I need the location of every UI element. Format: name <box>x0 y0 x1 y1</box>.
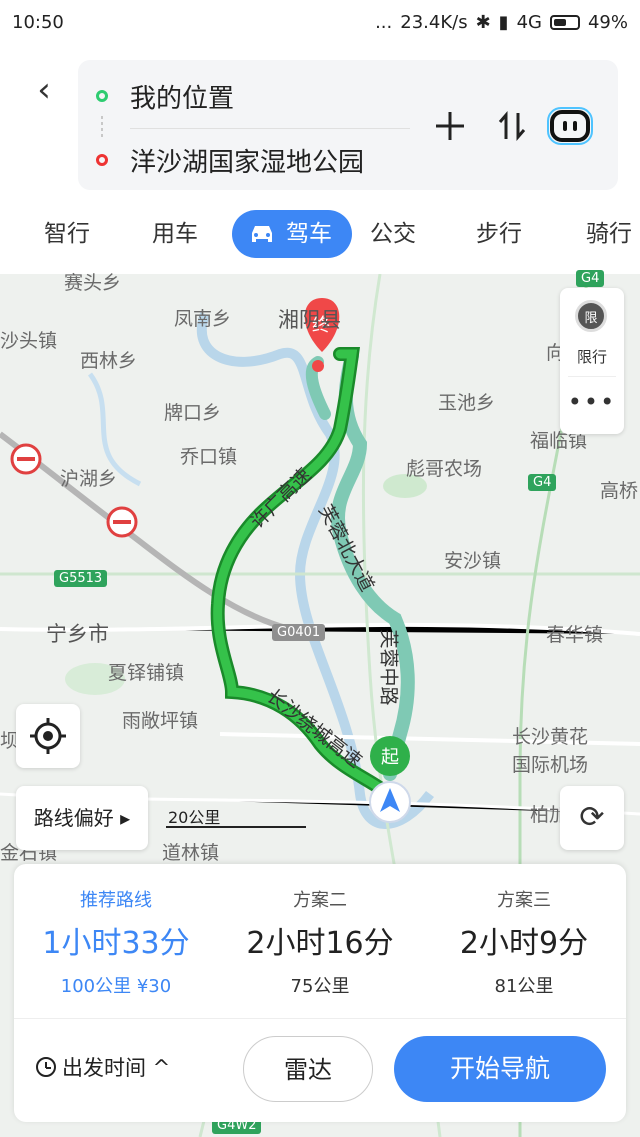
map-label: 道林镇 <box>162 842 220 864</box>
scale-line <box>166 826 306 828</box>
start-marker-label: 起 <box>381 747 399 768</box>
start-navigation-button[interactable]: 开始导航 <box>394 1036 606 1102</box>
add-waypoint-icon[interactable] <box>428 104 472 148</box>
signal-icon: ▮ <box>498 11 509 33</box>
map-label: 雨敞坪镇 <box>122 710 199 732</box>
voice-assistant-icon[interactable] <box>547 104 593 148</box>
row-divider <box>130 128 410 129</box>
origin-dot-icon <box>96 90 108 102</box>
road-badge: G4 <box>528 474 557 491</box>
start-marker-icon: 起 <box>370 736 410 776</box>
sheet-divider <box>14 1018 626 1019</box>
plan-name: 推荐路线 <box>80 890 152 911</box>
map-label: 西林乡 <box>80 350 138 372</box>
locate-icon <box>30 718 66 754</box>
status-time: 10:50 <box>12 11 64 33</box>
status-bar: 10:50 ... 23.4K/s ✱ ▮ 4G 49% <box>0 0 640 44</box>
origin-row[interactable]: 我的位置 <box>78 74 234 118</box>
map-label: 长沙黄花 <box>512 726 589 748</box>
map-label: 国际机场 <box>512 754 589 776</box>
no-entry-icon-2 <box>106 506 138 538</box>
road-badge: G4 <box>576 270 605 287</box>
plan-meta: 75公里 <box>290 976 350 997</box>
map-label: 夏铎铺镇 <box>108 662 185 684</box>
plan-meta: 100公里 ¥30 <box>60 976 172 997</box>
depart-label: 出发时间 ^ <box>62 1056 171 1080</box>
tab-walk[interactable]: 步行 <box>476 210 522 258</box>
route-preference-button[interactable]: 路线偏好 ▸ <box>16 786 148 850</box>
plan-time: 1小时33分 <box>42 926 190 961</box>
map-label: 湘阴县 <box>278 308 341 332</box>
radar-button[interactable]: 雷达 <box>243 1036 373 1102</box>
map-label: 春华镇 <box>546 624 604 646</box>
depart-time-button[interactable]: 出发时间 ^ <box>36 1052 170 1082</box>
more-icon[interactable]: ••• <box>560 388 624 416</box>
status-indicators: ... 23.4K/s ✱ ▮ 4G 49% <box>375 12 628 33</box>
map-label: 乔口镇 <box>180 446 238 468</box>
current-position-icon <box>369 781 411 823</box>
network-type: 4G <box>516 11 542 33</box>
no-entry-icon-1 <box>10 443 42 475</box>
map-label: 彪哥农场 <box>406 458 483 480</box>
swap-icon[interactable] <box>490 104 534 148</box>
tab-smart[interactable]: 智行 <box>44 210 90 258</box>
road-badge: G5513 <box>54 570 108 587</box>
map-label: 牌口乡 <box>164 402 222 424</box>
map-label: 赛头乡 <box>64 272 122 294</box>
plan-recommended[interactable]: 推荐路线 1小时33分 100公里 ¥30 <box>14 864 218 1014</box>
clock-icon <box>36 1057 56 1077</box>
map-label: 安沙镇 <box>444 550 502 572</box>
tab-ride[interactable]: 用车 <box>152 210 198 258</box>
screen: 10:50 ... 23.4K/s ✱ ▮ 4G 49% ‹ 我的位置 洋沙湖国… <box>0 0 640 1137</box>
plan-meta: 81公里 <box>494 976 554 997</box>
plan-name: 方案三 <box>497 890 551 911</box>
limit-label[interactable]: 限行 <box>560 346 624 367</box>
bluetooth-icon: ✱ <box>475 11 491 33</box>
tab-drive[interactable]: 驾车 <box>232 210 352 258</box>
plan-time: 2小时16分 <box>246 926 394 961</box>
map-label: 高桥 <box>600 480 639 502</box>
assistant-face <box>550 110 590 142</box>
origin-text: 我的位置 <box>130 83 235 114</box>
route-header: ‹ 我的位置 洋沙湖国家湿地公园 智行 用车 驾车 公交 步行 骑行 <box>0 44 640 274</box>
network-speed: 23.4K/s <box>400 11 468 33</box>
back-button[interactable]: ‹ <box>28 70 60 110</box>
destination-text: 洋沙湖国家湿地公园 <box>130 147 365 178</box>
map-label: 沙头镇 <box>0 330 58 352</box>
tab-transit[interactable]: 公交 <box>370 210 416 258</box>
scale-text: 20公里 <box>168 808 221 827</box>
route-search-card: 我的位置 洋沙湖国家湿地公园 <box>78 60 618 190</box>
route-connector <box>101 116 103 138</box>
locate-button[interactable] <box>16 704 80 768</box>
tab-bike[interactable]: 骑行 <box>586 210 632 258</box>
battery-level: 49% <box>587 11 628 33</box>
status-dots: ... <box>375 11 393 33</box>
road-badge: G0401 <box>272 624 326 641</box>
destination-dot-icon <box>96 154 108 166</box>
map-label: 沪湖乡 <box>60 468 118 490</box>
map-label: 凤南乡 <box>174 308 232 330</box>
limit-icon[interactable]: 限 <box>575 300 607 332</box>
map-label: 玉池乡 <box>438 392 496 414</box>
refresh-icon[interactable]: ⟳ <box>560 786 624 850</box>
plan-three[interactable]: 方案三 2小时9分 81公里 <box>422 864 626 1014</box>
route-plan-sheet: 推荐路线 1小时33分 100公里 ¥30 方案二 2小时16分 75公里 方案… <box>14 864 626 1122</box>
plan-name: 方案二 <box>293 890 347 911</box>
plan-two[interactable]: 方案二 2小时16分 75公里 <box>218 864 422 1014</box>
map-label: 宁乡市 <box>46 622 109 646</box>
tab-drive-label: 驾车 <box>286 221 332 247</box>
plan-time: 2小时9分 <box>459 926 589 961</box>
battery-icon <box>549 14 580 30</box>
car-icon <box>252 226 272 242</box>
travel-mode-tabs: 智行 用车 驾车 公交 步行 骑行 <box>0 210 640 258</box>
destination-row[interactable]: 洋沙湖国家湿地公园 <box>78 138 364 182</box>
road-label: 芙蓉中路 <box>377 629 400 706</box>
limit-panel: 限 限行 ••• <box>560 288 624 434</box>
panel-divider <box>568 376 616 377</box>
map-scale: 20公里 <box>166 804 306 830</box>
